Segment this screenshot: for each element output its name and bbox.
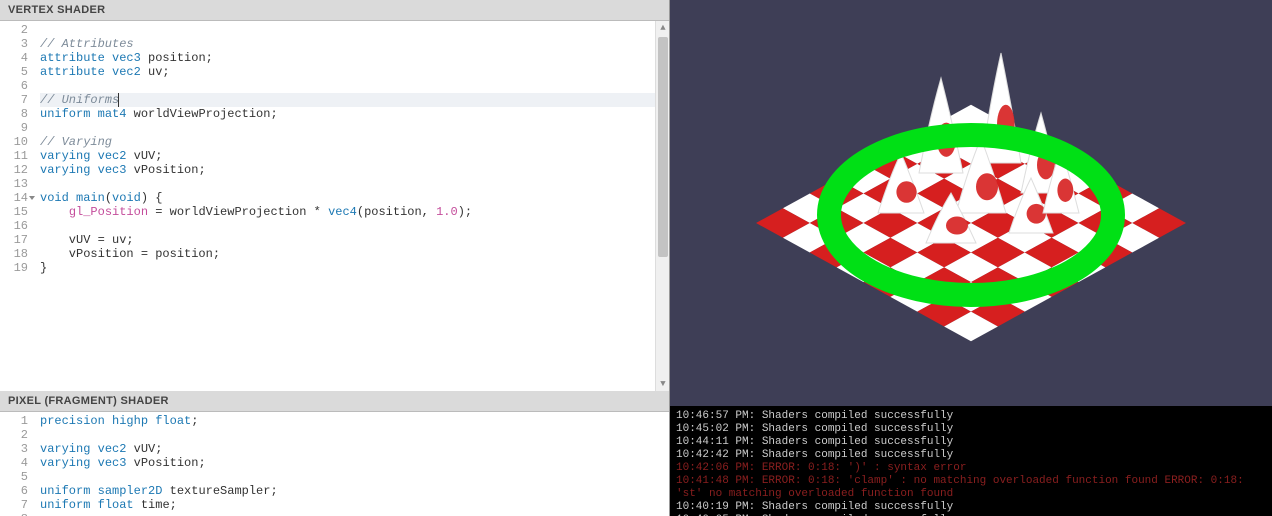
code-line[interactable]: // Uniforms <box>40 93 669 107</box>
code-line[interactable]: precision highp float; <box>40 414 669 428</box>
render-viewport[interactable] <box>670 0 1272 406</box>
log-line: 10:45:02 PM: Shaders compiled successful… <box>676 423 1266 436</box>
code-line[interactable] <box>40 428 669 442</box>
code-line[interactable] <box>40 219 669 233</box>
code-line[interactable]: gl_Position = worldViewProjection * vec4… <box>40 205 669 219</box>
code-line[interactable] <box>40 177 669 191</box>
log-line: 10:46:57 PM: Shaders compiled successful… <box>676 410 1266 423</box>
code-line[interactable]: attribute vec2 uv; <box>40 65 669 79</box>
code-line[interactable]: vPosition = position; <box>40 247 669 261</box>
code-line[interactable] <box>40 512 669 516</box>
pixel-shader-header: PIXEL (FRAGMENT) SHADER <box>0 391 669 412</box>
vertex-gutter: 2345678910111213141516171819 <box>0 21 34 391</box>
vertex-scrollbar[interactable]: ▲ ▼ <box>655 21 669 391</box>
compile-log[interactable]: 10:46:57 PM: Shaders compiled successful… <box>670 406 1272 516</box>
code-line[interactable]: // Attributes <box>40 37 669 51</box>
code-line[interactable] <box>40 79 669 93</box>
render-output <box>711 23 1231 383</box>
preview-column: 10:46:57 PM: Shaders compiled successful… <box>670 0 1272 516</box>
log-line: 10:44:11 PM: Shaders compiled successful… <box>676 436 1266 449</box>
editor-column: VERTEX SHADER 23456789101112131415161718… <box>0 0 670 516</box>
log-line: 10:42:42 PM: Shaders compiled successful… <box>676 449 1266 462</box>
log-line: 10:41:48 PM: ERROR: 0:18: 'clamp' : no m… <box>676 475 1266 501</box>
vertex-code-area[interactable]: // Attributesattribute vec3 position;att… <box>34 21 669 391</box>
code-line[interactable]: varying vec3 vPosition; <box>40 456 669 470</box>
code-line[interactable]: uniform sampler2D textureSampler; <box>40 484 669 498</box>
log-line: 10:42:06 PM: ERROR: 0:18: ')' : syntax e… <box>676 462 1266 475</box>
scroll-down-icon[interactable]: ▼ <box>656 377 669 391</box>
code-line[interactable]: uniform float time; <box>40 498 669 512</box>
code-line[interactable]: } <box>40 261 669 275</box>
vertex-shader-header: VERTEX SHADER <box>0 0 669 21</box>
code-line[interactable]: attribute vec3 position; <box>40 51 669 65</box>
vertex-scroll-thumb[interactable] <box>658 37 668 257</box>
pixel-code-area[interactable]: precision highp float; varying vec2 vUV;v… <box>34 412 669 516</box>
code-line[interactable]: varying vec3 vPosition; <box>40 163 669 177</box>
code-line[interactable]: // Varying <box>40 135 669 149</box>
log-line: 10:40:19 PM: Shaders compiled successful… <box>676 501 1266 514</box>
code-line[interactable]: vUV = uv; <box>40 233 669 247</box>
code-line[interactable]: varying vec2 vUV; <box>40 442 669 456</box>
vertex-shader-editor[interactable]: 2345678910111213141516171819 // Attribut… <box>0 21 669 391</box>
code-line[interactable]: uniform mat4 worldViewProjection; <box>40 107 669 121</box>
scroll-up-icon[interactable]: ▲ <box>656 21 669 35</box>
code-line[interactable]: varying vec2 vUV; <box>40 149 669 163</box>
code-line[interactable]: void main(void) { <box>40 191 669 205</box>
code-line[interactable] <box>40 121 669 135</box>
code-line[interactable] <box>40 23 669 37</box>
code-line[interactable] <box>40 470 669 484</box>
pixel-gutter: 123456789101112131415 <box>0 412 34 516</box>
pixel-shader-editor[interactable]: 123456789101112131415 precision highp fl… <box>0 412 669 516</box>
